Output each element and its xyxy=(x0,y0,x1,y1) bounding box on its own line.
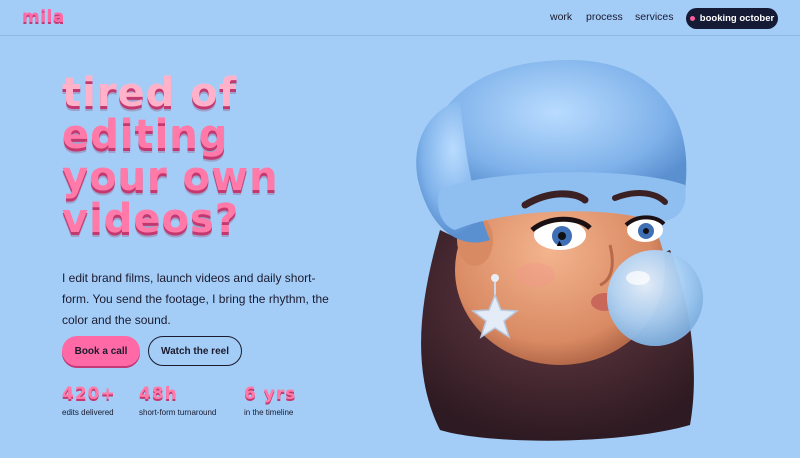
nav-link-process[interactable]: process xyxy=(586,11,623,23)
hero-headline: tired of editing your own videos? xyxy=(62,72,362,240)
booking-button[interactable]: booking october xyxy=(686,8,778,29)
stat-label: short-form turnaround xyxy=(139,408,217,417)
stat-label: in the timeline xyxy=(244,408,294,417)
stat-value: 6 yrs xyxy=(244,384,297,404)
stat-label: edits delivered xyxy=(62,408,114,417)
status-dot-icon xyxy=(689,16,695,21)
hero-description: I edit brand films, launch videos and da… xyxy=(62,271,329,327)
headline-line: editing xyxy=(62,112,229,158)
character-illustration xyxy=(416,60,703,441)
stat-value: 420+ xyxy=(62,384,116,404)
booking-button-label: booking october xyxy=(699,13,775,24)
headline-line: tired of xyxy=(62,70,238,116)
bubble-gum-shape xyxy=(607,250,703,346)
stat-experience: 6 yrs in the timeline xyxy=(244,384,296,417)
nav-link-services[interactable]: services xyxy=(635,11,674,23)
stat-edits: 420+ edits delivered xyxy=(62,384,116,417)
site-logo[interactable]: mila xyxy=(22,7,65,27)
stat-turnaround: 48h short-form turnaround xyxy=(139,384,216,417)
book-a-call-button[interactable]: Book a call xyxy=(62,336,140,366)
top-navigation-bar: mila work process services booking octob… xyxy=(0,0,800,36)
stat-value: 48h xyxy=(139,384,178,404)
watch-the-reel-button[interactable]: Watch the reel xyxy=(148,336,242,366)
headline-line: videos? xyxy=(62,196,240,242)
mouse-cursor-icon: ▲ xyxy=(555,238,564,248)
headline-line: your own xyxy=(62,154,279,200)
nav-link-work[interactable]: work xyxy=(550,11,572,23)
